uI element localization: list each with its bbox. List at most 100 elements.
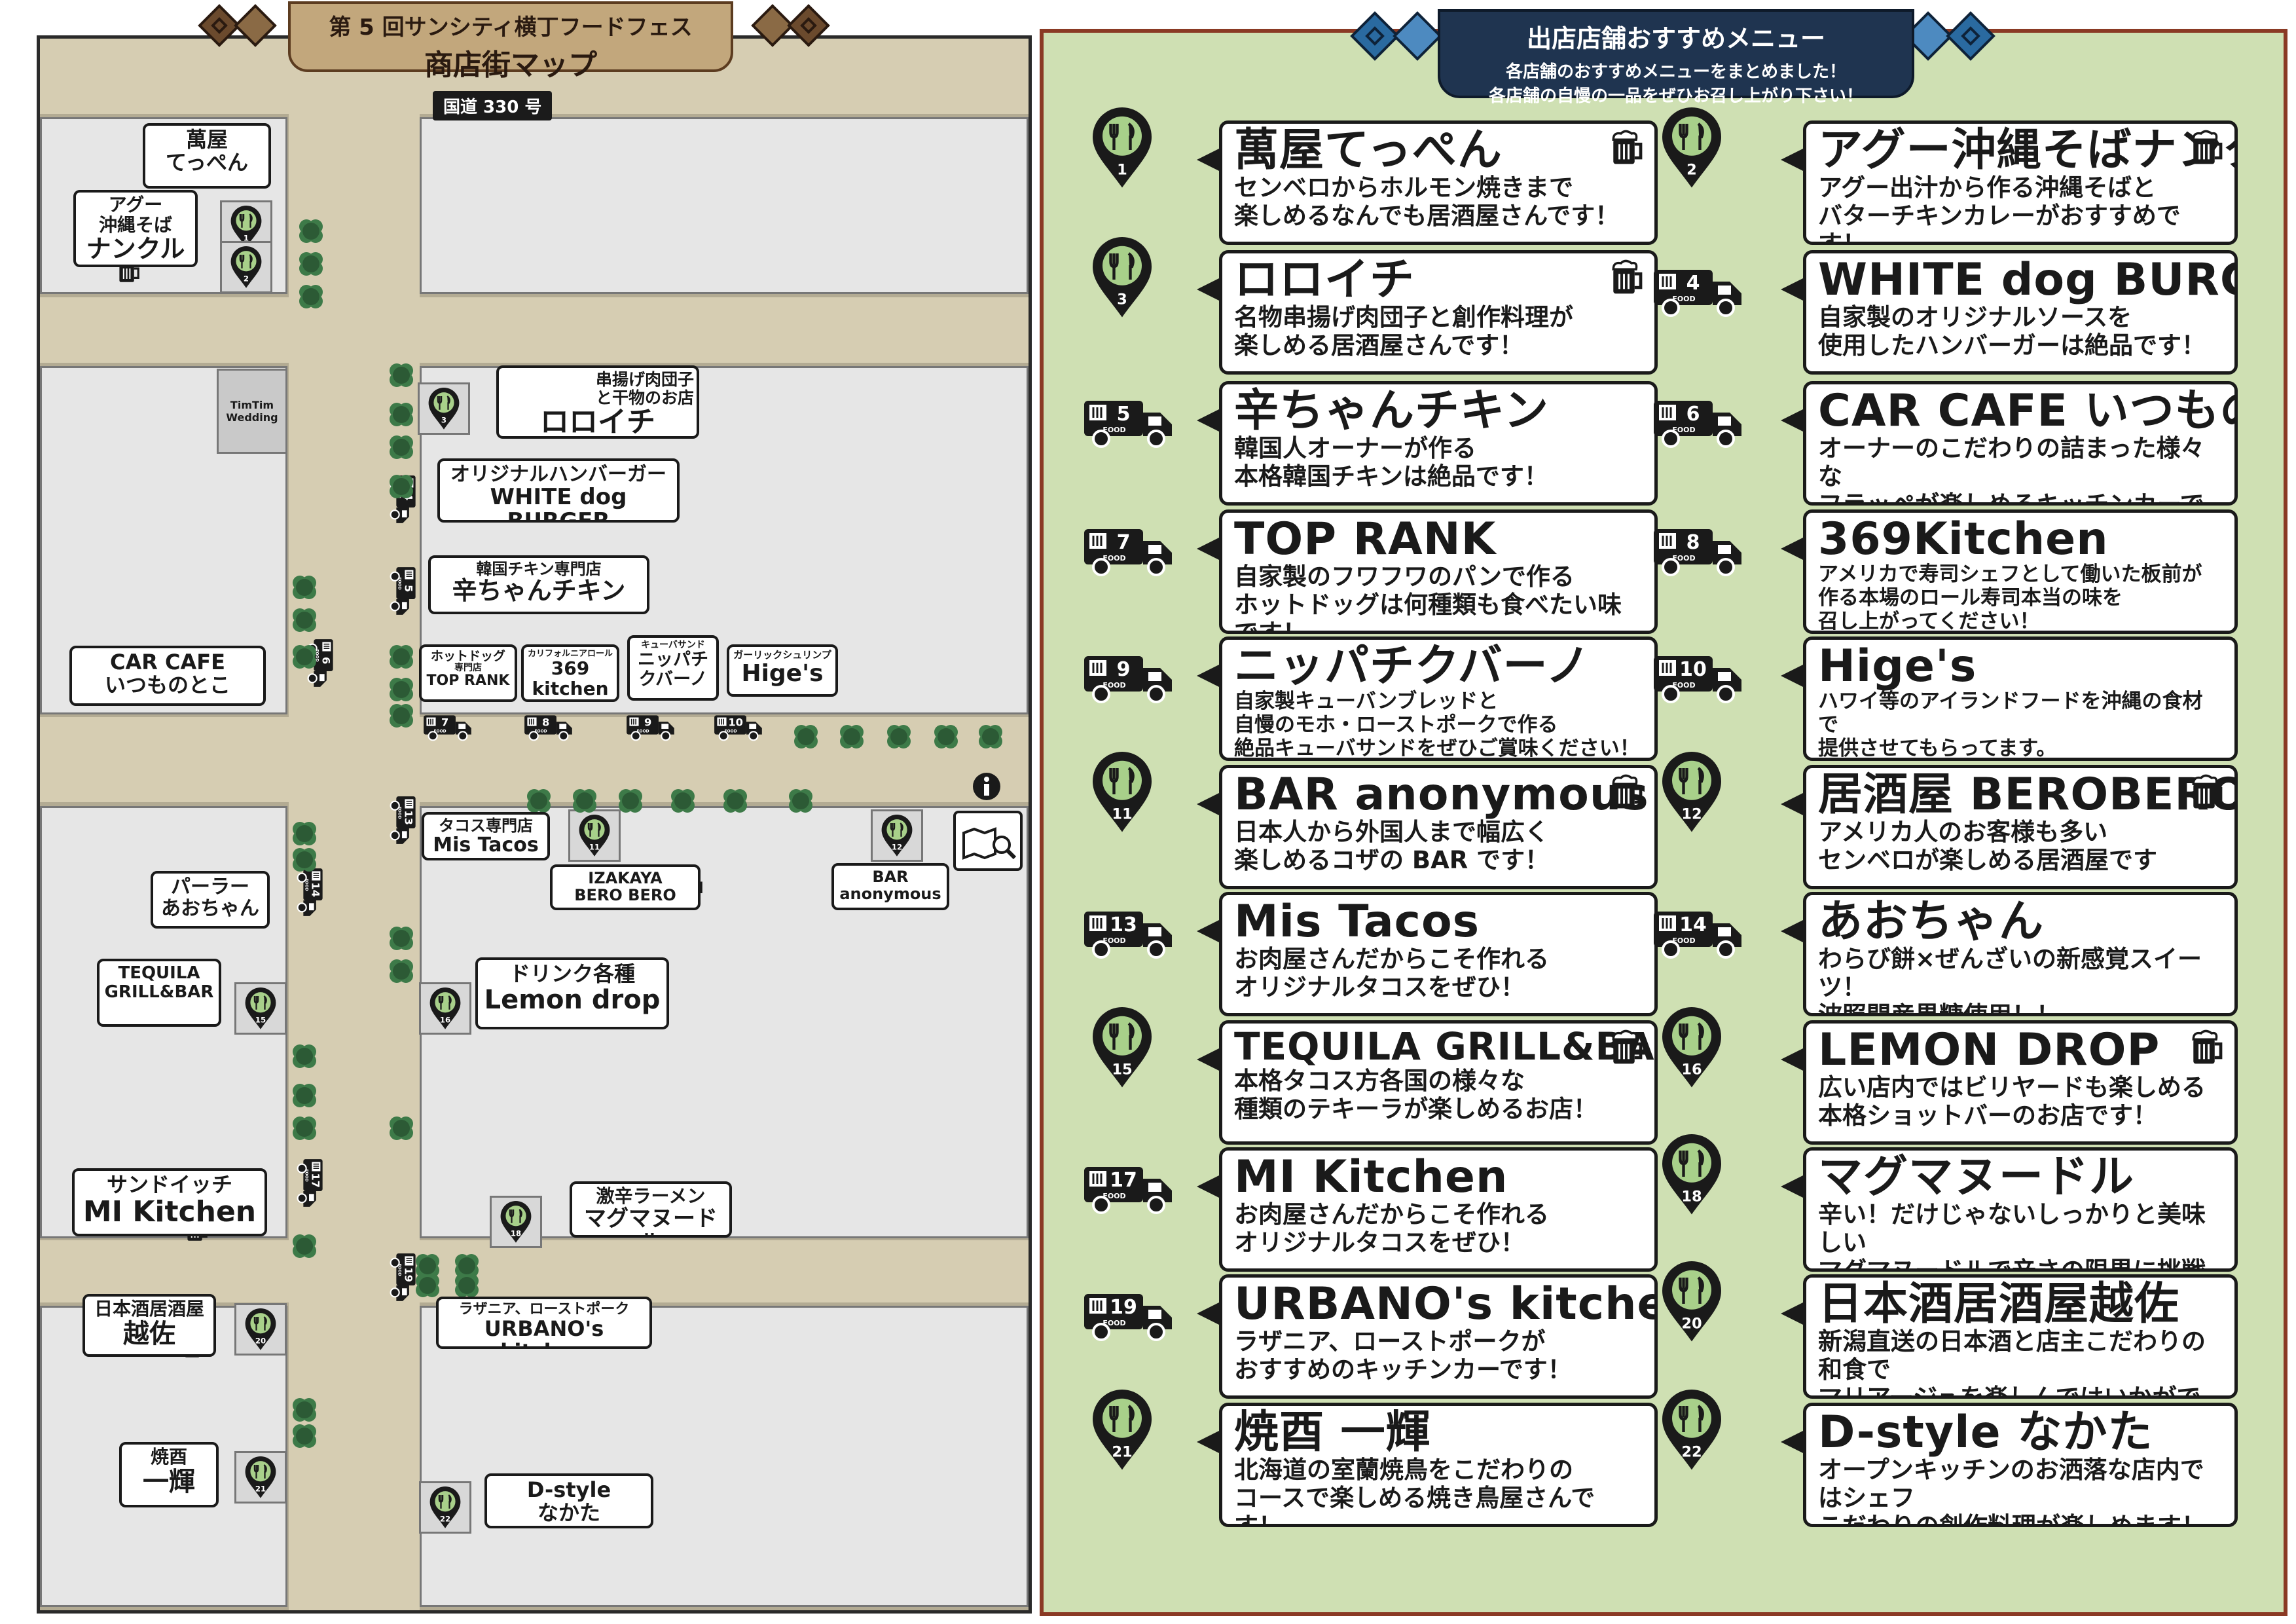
speech-tail bbox=[1781, 409, 1804, 432]
speech-tail bbox=[1781, 1430, 1804, 1454]
map-food-truck-17[interactable]: 17 FOOD bbox=[293, 1158, 325, 1208]
menu-marker-13: 13 FOOD bbox=[1083, 906, 1175, 964]
menu-card-14[interactable]: あおちゃん わらび餅×ぜんざいの新感覚スイーツ！ 波照間産黒糖使用！！ bbox=[1803, 892, 2238, 1016]
map-label-bar[interactable]: BAR anonymous bbox=[831, 863, 949, 910]
menu-card-4[interactable]: WHITE dog BURGER自家製のオリジナルソースを 使用したハンバーガー… bbox=[1803, 250, 2238, 375]
map-food-truck-13[interactable]: 13 FOOD bbox=[386, 796, 418, 845]
menu-card-16[interactable]: LEMON DROP 広い店内ではビリヤードも楽しめる 本格ショットバーのお店です… bbox=[1803, 1020, 2238, 1145]
map-pin-3[interactable]: 3 bbox=[418, 382, 470, 435]
menu-banner: 出店店舗おすすめメニュー 各店舗のおすすめメニューをまとめました！ 各店舗の自慢… bbox=[1438, 9, 1914, 106]
map-label-369kitchen[interactable]: カリフォルニアロール 369 kitchen bbox=[521, 644, 619, 702]
map-food-truck-8[interactable]: 8 FOOD bbox=[524, 712, 574, 745]
menu-shop-description: 広い店内ではビリヤードも楽しめる 本格ショットバーのお店です！ bbox=[1818, 1073, 2206, 1130]
tree-icon bbox=[576, 792, 593, 809]
menu-card-15[interactable]: TEQUILA GRILL&BAR 本格タコス方各国の様々な 種類のテキーラが楽し… bbox=[1219, 1020, 1658, 1145]
map-label-line: あおちゃん bbox=[161, 897, 259, 920]
map-label-teppen[interactable]: 萬屋 てっぺん bbox=[143, 123, 271, 189]
map-label-mi[interactable]: サンドイッチ MI Kitchen bbox=[72, 1168, 267, 1236]
menu-card-5[interactable]: 辛ちゃんチキン 韓国人オーナーが作る 本格韓国チキンは絶品です！ bbox=[1219, 381, 1658, 506]
road-horizontal-2 bbox=[40, 297, 1029, 363]
map-label-line: 越佐 bbox=[123, 1318, 175, 1349]
menu-shop-description: アグー出汁から作る沖縄そばと バターチキンカレーがおすすめです！ bbox=[1818, 174, 2181, 245]
tree-icon bbox=[302, 223, 319, 240]
menu-marker-17: 17 FOOD bbox=[1083, 1162, 1175, 1219]
map-label-whitedog[interactable]: オリジナルハンバーガー WHITE dog BURGER bbox=[437, 458, 680, 523]
map-pin-2[interactable]: 2 bbox=[220, 241, 272, 293]
map-pin-15[interactable]: 15 bbox=[234, 982, 287, 1035]
map-label-karachan[interactable]: 韓国チキン専門店 辛ちゃんチキン bbox=[428, 555, 649, 614]
beer-mug-icon bbox=[2192, 1029, 2223, 1064]
menu-card-9[interactable]: ニッパチクバーノ 自家製キューバンブレッドと 自慢のモホ・ローストポークで作る 絶… bbox=[1219, 637, 1658, 761]
info-icon[interactable] bbox=[972, 771, 1002, 802]
menu-card-22[interactable]: D-style なかた オープンキッチンのお洒落な店内ではシェフ こだわりの創作料… bbox=[1803, 1403, 2238, 1527]
menu-card-6[interactable]: CAR CAFE いつものとこオーナーのこだわりの詰まった様々な フラッペが楽し… bbox=[1803, 381, 2238, 506]
map-pin-12[interactable]: 12 bbox=[871, 809, 923, 862]
map-label-carcafe[interactable]: CAR CAFE いつものとこ bbox=[69, 646, 266, 706]
map-pin-16[interactable]: 16 bbox=[419, 982, 471, 1035]
menu-shop-description: 自家製のフワフワのパンで作る ホットドッグは何種類も食べたい味です！ bbox=[1234, 563, 1622, 634]
menu-card-21[interactable]: 焼酉 一輝 北海道の室蘭焼鳥をこだわりの コースで楽しめる焼き鳥屋さんです！ bbox=[1219, 1403, 1658, 1527]
map-label-line: 専門店 bbox=[454, 662, 482, 673]
map-label-line: パーラー bbox=[171, 876, 249, 898]
menu-card-18[interactable]: マグマヌードル 辛い！だけじゃないしっかりと美味しい マグマヌードルで辛さの限界に… bbox=[1803, 1147, 2238, 1272]
map-food-truck-7[interactable]: 7 FOOD bbox=[423, 712, 473, 745]
truck-number: 10 bbox=[1679, 658, 1707, 681]
menu-card-20[interactable]: 日本酒居酒屋越佐 新潟直送の日本酒と店主こだわりの和食で マリアージュを楽しんでは… bbox=[1803, 1274, 2238, 1399]
map-label-higes[interactable]: ガーリックシュリンプ Hige's bbox=[727, 644, 838, 697]
map-food-truck-9[interactable]: 9 FOOD bbox=[626, 712, 676, 745]
menu-card-11[interactable]: BAR anonymous 日本人から外国人まで幅広く 楽しめるコザの BAR で… bbox=[1219, 765, 1658, 889]
menu-card-12[interactable]: 居酒屋 BEROBERO アメリカ人のお客様も多い センベロが楽しめる居酒屋です bbox=[1803, 765, 2238, 889]
map-label-ikki[interactable]: 焼酉 一輝 bbox=[119, 1442, 219, 1507]
menu-marker-5: 5 FOOD bbox=[1083, 396, 1175, 453]
map-label-nankuru[interactable]: アグー 沖縄そば ナンクル bbox=[73, 190, 198, 267]
map-food-truck-19[interactable]: 19 FOOD bbox=[386, 1253, 418, 1302]
menu-card-8[interactable]: 369Kitchen アメリカで寿司シェフとして働いた板前が 作る本場のロール寿司… bbox=[1803, 509, 2238, 634]
map-pin-21[interactable]: 21 bbox=[234, 1451, 287, 1504]
menu-card-7[interactable]: TOP RANK 自家製のフワフワのパンで作る ホットドッグは何種類も食べたい味で… bbox=[1219, 509, 1658, 634]
map-label-etsusa[interactable]: 日本酒居酒屋 越佐 bbox=[82, 1294, 216, 1357]
map-label-line: IZAKAYA bbox=[588, 869, 663, 887]
map-label-berobero[interactable]: IZAKAYA BERO BERO bbox=[550, 864, 701, 910]
map-label-roroichi[interactable]: 串揚げ肉団子 と干物のお店 ロロイチ bbox=[496, 365, 699, 439]
map-label-lemon[interactable]: ドリンク各種 Lemon drop bbox=[475, 957, 669, 1029]
menu-card-3[interactable]: ロロイチ 名物串揚げ肉団子と創作料理が 楽しめる居酒屋さんです！ bbox=[1219, 250, 1658, 375]
map-label-nippachi[interactable]: キューバサンド ニッパチ クバーノ bbox=[627, 635, 719, 701]
map-label-toprank[interactable]: ホットドッグ 専門店 TOP RANK bbox=[419, 644, 517, 702]
map-label-line: 日本酒居酒屋 bbox=[94, 1298, 204, 1320]
pin-number: 11 bbox=[1112, 806, 1132, 823]
map-food-truck-10[interactable]: 10 FOOD bbox=[714, 712, 763, 745]
map-food-truck-14[interactable]: 14 FOOD bbox=[293, 868, 325, 917]
block-right-1 bbox=[420, 117, 1029, 294]
map-pin-11[interactable]: 11 bbox=[568, 809, 621, 862]
map-label-magma[interactable]: 激辛ラーメン マグマヌードル bbox=[570, 1181, 732, 1238]
menu-card-19[interactable]: URBANO's kitchen ラザニア、ローストポークが おすすめのキッチンカ… bbox=[1219, 1274, 1658, 1399]
menu-card-17[interactable]: MI Kitchen お肉屋さんだからこそ作れる オリジナルタコスをぜひ！ bbox=[1219, 1147, 1658, 1272]
tree-icon bbox=[393, 648, 410, 665]
speech-tail bbox=[1197, 1302, 1220, 1325]
map-label-aochan[interactable]: パーラー あおちゃん bbox=[151, 871, 270, 929]
map-label-urbano[interactable]: ラザニア、ローストポーク URBANO's kitchen bbox=[436, 1297, 652, 1349]
map-pin-18[interactable]: 18 bbox=[490, 1196, 542, 1248]
map-label-mistacos[interactable]: タコス専門店 Mis Tacos bbox=[422, 812, 550, 860]
map-food-truck-5[interactable]: 5 FOOD bbox=[386, 566, 418, 616]
menu-shop-description: オープンキッチンのお洒落な店内ではシェフ こだわりの創作料理が楽しめます！ bbox=[1818, 1456, 2206, 1527]
menu-card-13[interactable]: Mis Tacos お肉屋さんだからこそ作れる オリジナルタコスをぜひ！ bbox=[1219, 892, 1658, 1016]
tree-icon bbox=[458, 1277, 475, 1294]
truck-number: 5 bbox=[402, 585, 414, 592]
map-label-line: CAR CAFE bbox=[110, 650, 225, 674]
map-guide-icon[interactable] bbox=[953, 811, 1023, 871]
menu-shop-description: 日本人から外国人まで幅広く 楽しめるコザの BAR です！ bbox=[1234, 818, 1550, 875]
map-label-line: TEQUILA bbox=[118, 963, 200, 983]
map-label-tequila[interactable]: TEQUILA GRILL&BAR bbox=[97, 959, 221, 1027]
truck-number: 4 bbox=[1686, 272, 1700, 295]
food-truck-icon: 19FOOD bbox=[390, 1253, 416, 1301]
map-label-dstyle[interactable]: D-style なかた bbox=[484, 1473, 653, 1528]
beer-mug-icon bbox=[1612, 259, 1643, 294]
menu-card-2[interactable]: アグー沖縄そばナンクルアグー出汁から作る沖縄そばと バターチキンカレーがおすすめ… bbox=[1803, 120, 2238, 245]
map-pin-22[interactable]: 22 bbox=[419, 1481, 471, 1534]
truck-food-text: FOOD bbox=[397, 577, 402, 589]
menu-card-1[interactable]: 萬屋てっぺん センベロからホルモン焼きまで 楽しめるなんでも居酒屋さんです！ bbox=[1219, 120, 1658, 245]
menu-shop-description: 韓国人オーナーが作る 本格韓国チキンは絶品です！ bbox=[1234, 434, 1548, 491]
menu-card-10[interactable]: Hige's ハワイ等のアイランドフードを沖縄の食材で 提供させてもらってます。 … bbox=[1803, 637, 2238, 761]
map-pin-20[interactable]: 20 bbox=[234, 1303, 287, 1356]
